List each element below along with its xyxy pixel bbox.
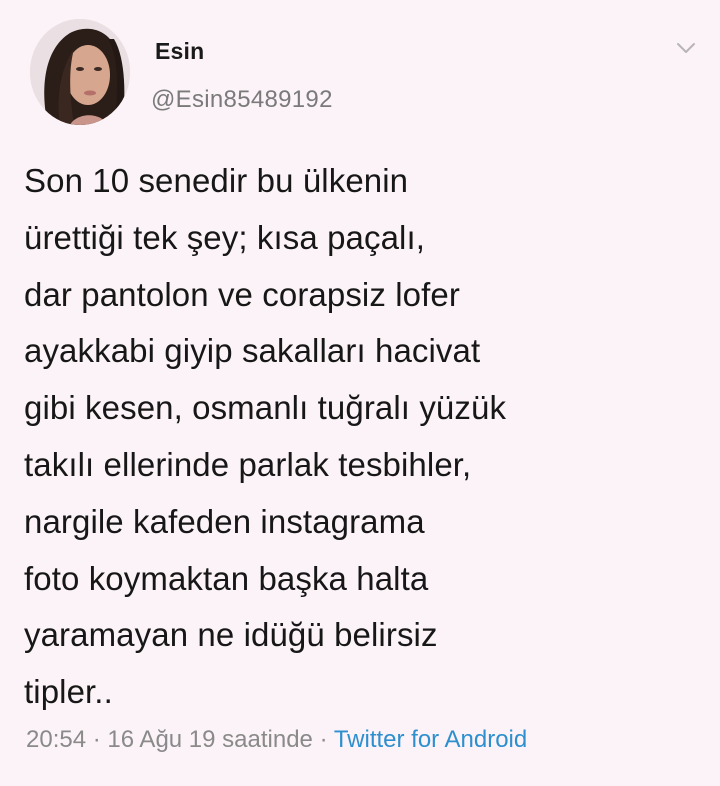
tweet-text-line: ürettiği tek şey; kısa paçalı, <box>24 218 426 256</box>
user-handle[interactable]: @Esin85489192 <box>151 86 333 114</box>
meta-separator: · <box>86 726 108 753</box>
tweet-text-line: takılı ellerinde parlak tesbihler, <box>24 445 472 483</box>
tweet-text-line: gibi kesen, osmanlı tuğralı yüzük <box>24 389 507 427</box>
tweet-card: Esin @Esin85489192 Son 10 senedir bu ülk… <box>0 0 720 786</box>
display-name[interactable]: Esin <box>155 38 204 65</box>
tweet-text: Son 10 senedir bu ülkenin ürettiği tek ş… <box>24 153 694 721</box>
tweet-text-line: foto koymaktan başka halta <box>24 559 429 597</box>
tweet-date[interactable]: 16 Ağu 19 saatinde <box>107 726 313 753</box>
tweet-text-line: dar pantolon ve corapsiz lofer <box>24 275 460 313</box>
tweet-text-line: Son 10 senedir bu ülkenin <box>24 162 409 199</box>
tweet-text-line: nargile kafeden instagrama <box>24 502 425 540</box>
meta-separator: · <box>312 726 334 753</box>
tweet-time[interactable]: 20:54 <box>26 726 86 753</box>
tweet-text-line: tipler.. <box>24 673 113 711</box>
tweet-text-line: ayakkabi giyip sakalları hacivat <box>24 332 481 370</box>
chevron-down-icon[interactable] <box>674 38 698 58</box>
tweet-source-link[interactable]: Twitter for Android <box>334 726 527 753</box>
avatar-image <box>30 19 130 125</box>
avatar[interactable] <box>30 19 130 125</box>
tweet-meta: 20:54 · 16 Ağu 19 saatinde · Twitter for… <box>26 726 527 754</box>
tweet-text-line: yaramayan ne idüğü belirsiz <box>24 616 438 654</box>
